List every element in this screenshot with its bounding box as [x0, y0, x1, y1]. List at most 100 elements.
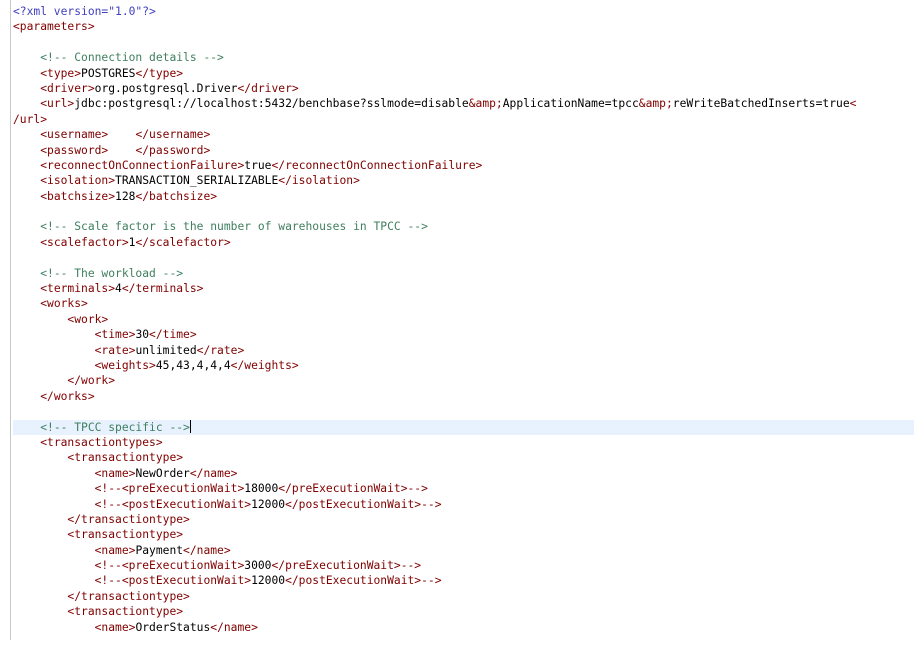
xml-value: 45,43,4,4,4: [155, 358, 231, 372]
code-line[interactable]: <driver>org.postgresql.Driver</driver>: [13, 81, 924, 96]
code-line[interactable]: <transactiontype>: [13, 450, 924, 465]
code-line[interactable]: <!--<postExecutionWait>12000</postExecut…: [13, 497, 924, 512]
xml-value: 12000: [251, 574, 286, 588]
code-line[interactable]: </work>: [13, 373, 924, 388]
code-line[interactable]: <batchsize>128</batchsize>: [13, 189, 924, 204]
xml-tag: <: [849, 97, 857, 111]
xml-tag: </work>: [67, 374, 116, 388]
code-line[interactable]: <transactiontypes>: [13, 435, 924, 450]
xml-tag: /url>: [13, 112, 48, 126]
xml-tag: </isolation>: [278, 174, 360, 188]
xml-value: Payment: [135, 543, 184, 557]
code-line[interactable]: <!-- Connection details -->: [13, 50, 924, 65]
xml-tag: <work>: [67, 312, 109, 326]
code-line[interactable]: [13, 404, 924, 419]
code-line[interactable]: <name>OrderStatus</name>: [13, 620, 924, 635]
xml-tag: <!--<preExecutionWait>: [94, 559, 245, 573]
code-line[interactable]: <password> </password>: [13, 143, 924, 158]
xml-comment: <!-- The workload -->: [40, 266, 184, 280]
code-line[interactable]: <!-- Scale factor is the number of wareh…: [13, 219, 924, 234]
code-line[interactable]: <terminals>4</terminals>: [13, 281, 924, 296]
xml-tag: <isolation>: [40, 174, 116, 188]
xml-comment: <!-- Connection details -->: [40, 51, 224, 65]
code-line[interactable]: </transactiontype>: [13, 589, 924, 604]
xml-tag: <name>: [94, 543, 136, 557]
code-line[interactable]: </transactiontype>: [13, 512, 924, 527]
code-line[interactable]: <isolation>TRANSACTION_SERIALIZABLE</iso…: [13, 173, 924, 188]
xml-tag: <transactiontype>: [67, 451, 184, 465]
code-line[interactable]: /url>: [13, 112, 924, 127]
xml-value: ApplicationName=tpcc: [502, 97, 639, 111]
code-line[interactable]: [13, 35, 924, 50]
xml-tag: </name>: [189, 466, 238, 480]
xml-tag: </preExecutionWait>-->: [278, 482, 428, 496]
xml-tag: </transactiontype>: [67, 589, 190, 603]
xml-tag: </type>: [135, 66, 184, 80]
code-line[interactable]: <parameters>: [13, 19, 924, 34]
code-line[interactable]: <transactiontype>: [13, 527, 924, 542]
text-caret: [189, 419, 191, 433]
xml-tag: </time>: [149, 328, 197, 342]
xml-value: jdbc:postgresql://localhost:5432/benchba…: [74, 97, 469, 111]
code-line[interactable]: <time>30</time>: [13, 327, 924, 342]
code-line[interactable]: <!-- TPCC specific -->: [13, 419, 914, 435]
code-line[interactable]: <reconnectOnConnectionFailure>true</reco…: [13, 158, 924, 173]
xml-value: 30: [135, 328, 150, 342]
code-area[interactable]: <?xml version="1.0"?> <parameters> <!-- C…: [13, 4, 924, 635]
xml-value: 12000: [251, 497, 286, 511]
code-line[interactable]: <url>jdbc:postgresql://localhost:5432/be…: [13, 96, 924, 111]
code-line[interactable]: <rate>unlimited</rate>: [13, 343, 924, 358]
xml-tag: <works>: [40, 297, 88, 311]
xml-tag: </weights>: [230, 358, 299, 372]
xml-tag: <!--<postExecutionWait>: [94, 574, 252, 588]
xml-value: NewOrder: [135, 466, 190, 480]
xml-editor[interactable]: <?xml version="1.0"?> <parameters> <!-- C…: [0, 0, 924, 648]
code-line[interactable]: <!-- The workload -->: [13, 266, 924, 281]
code-line[interactable]: <transactiontype>: [13, 604, 924, 619]
xml-tag: <password>: [40, 143, 109, 157]
code-line[interactable]: <?xml version="1.0"?>: [13, 4, 924, 19]
xml-tag: </password>: [135, 143, 211, 157]
xml-entity: &amp;: [468, 97, 503, 111]
code-line[interactable]: <!--<preExecutionWait>18000</preExecutio…: [13, 481, 924, 496]
code-line[interactable]: <username> </username>: [13, 127, 924, 142]
code-line[interactable]: <name>Payment</name>: [13, 543, 924, 558]
code-line[interactable]: </works>: [13, 389, 924, 404]
xml-value: 128: [115, 189, 136, 203]
xml-comment: <!-- Scale factor is the number of wareh…: [40, 220, 428, 234]
code-line[interactable]: <!--<postExecutionWait>12000</postExecut…: [13, 573, 924, 588]
code-line[interactable]: <works>: [13, 296, 924, 311]
xml-value: unlimited: [135, 343, 197, 357]
xml-tag: </name>: [183, 543, 231, 557]
code-line[interactable]: [13, 204, 924, 219]
code-line[interactable]: <name>NewOrder</name>: [13, 466, 924, 481]
xml-tag: <time>: [94, 328, 136, 342]
code-line[interactable]: <!--<preExecutionWait>3000</preExecution…: [13, 558, 924, 573]
xml-tag: <scalefactor>: [40, 235, 129, 249]
xml-tag: </username>: [135, 128, 211, 142]
code-line[interactable]: <scalefactor>1</scalefactor>: [13, 235, 924, 250]
xml-tag: <driver>: [40, 81, 95, 95]
code-line[interactable]: <weights>45,43,4,4,4</weights>: [13, 358, 924, 373]
xml-tag: </batchsize>: [135, 189, 218, 203]
code-line[interactable]: [13, 250, 924, 265]
xml-tag: </preExecutionWait>-->: [271, 559, 422, 573]
code-line[interactable]: <type>POSTGRES</type>: [13, 66, 924, 81]
xml-tag: </reconnectOnConnectionFailure>: [271, 158, 483, 172]
code-line[interactable]: <work>: [13, 312, 924, 327]
xml-value: OrderStatus: [135, 620, 211, 634]
